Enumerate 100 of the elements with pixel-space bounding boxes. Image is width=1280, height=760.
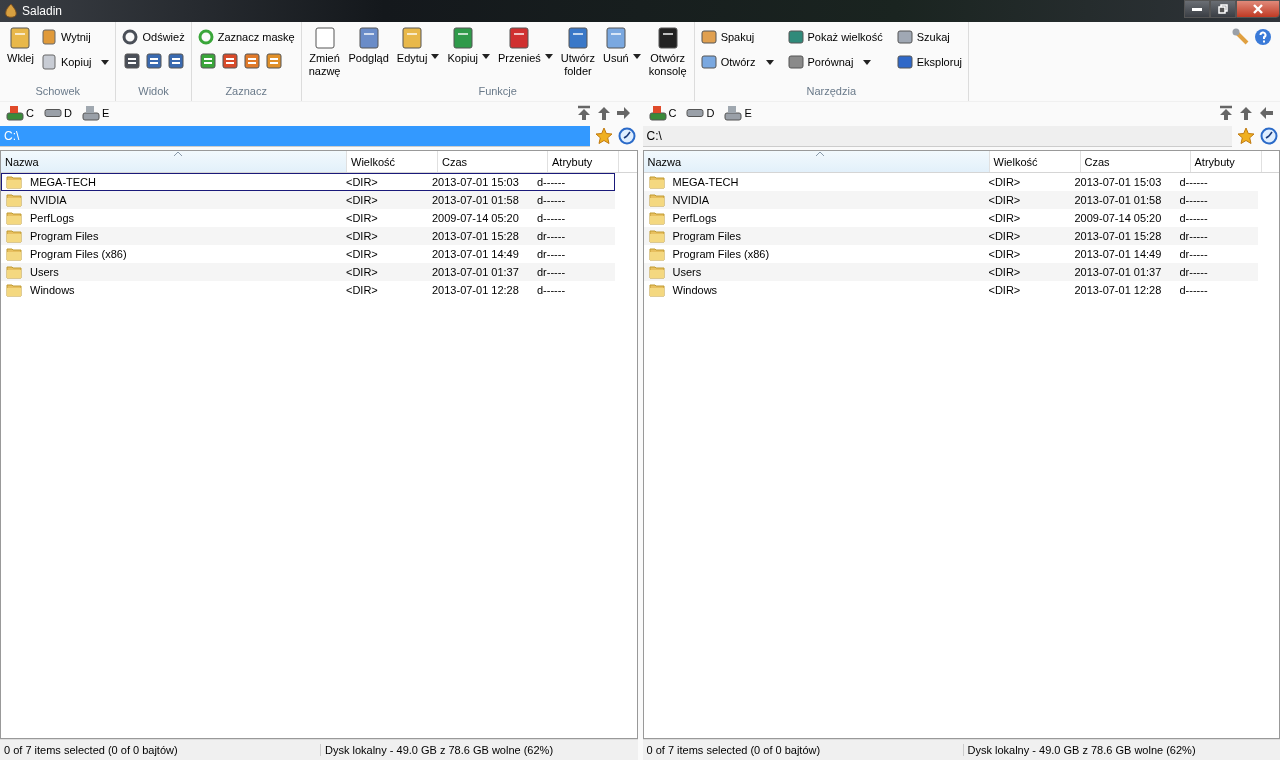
ribbon-button[interactable]: Odśwież (120, 28, 187, 46)
file-size: <DIR> (988, 248, 1021, 260)
star-icon[interactable] (594, 127, 613, 145)
ribbon-button[interactable]: Wytnij (38, 28, 93, 46)
ribbon-button[interactable]: Pokaż wielkość (785, 28, 885, 46)
file-name: Users (30, 266, 59, 278)
file-attributes: dr----- (537, 248, 566, 260)
column-header[interactable]: Nazwa (1, 151, 347, 172)
file-size: <DIR> (346, 212, 378, 224)
drive-button[interactable]: D (686, 107, 721, 119)
file-name: MEGA-TECH (672, 176, 739, 188)
minimize-button[interactable] (1184, 0, 1210, 18)
network-drive-icon (81, 105, 100, 121)
right-arrow-icon[interactable] (615, 105, 632, 121)
caret-icon (765, 59, 774, 65)
file-size: <DIR> (346, 176, 378, 188)
clock-icon[interactable] (617, 127, 636, 145)
caret-icon (482, 54, 490, 59)
ribbon-button[interactable]: Edytuj (393, 24, 443, 67)
drive-button[interactable]: E (724, 105, 758, 121)
file-row[interactable]: Users <DIR> 2013-07-01 01:37 dr----- (1, 263, 615, 281)
path-field[interactable]: C:\ (642, 125, 1232, 147)
file-row[interactable]: PerfLogs <DIR> 2009-07-14 05:20 d------ (1, 209, 615, 227)
file-name: Program Files (30, 230, 99, 242)
file-name: Users (672, 266, 702, 278)
file-size: <DIR> (346, 248, 378, 260)
drive-button[interactable]: C (648, 105, 683, 121)
ribbon-button[interactable]: Porównaj (785, 53, 874, 71)
restore-icon (1218, 4, 1228, 14)
details-view-icon[interactable] (146, 53, 163, 69)
file-size: <DIR> (346, 230, 378, 242)
file-row[interactable]: Windows <DIR> 2013-07-01 12:28 d------ (1, 281, 615, 299)
column-header[interactable]: Nazwa (643, 151, 990, 172)
close-icon (1253, 4, 1263, 14)
drive-button[interactable]: E (81, 105, 116, 121)
file-attributes: d------ (537, 212, 566, 224)
file-row[interactable]: Program Files (x86) <DIR> 2013-07-01 14:49 dr----- (1, 245, 615, 263)
file-row[interactable]: Program Files <DIR> 2013-07-01 15:28 dr----- (1, 227, 615, 245)
ribbon-button[interactable]: Kopiuj (444, 24, 493, 67)
drive-icon (43, 109, 62, 117)
file-row[interactable]: Users <DIR> 2013-07-01 01:37 dr----- (643, 263, 1258, 281)
file-date: 2013-07-01 01:58 (432, 194, 519, 206)
drive-icon (686, 109, 705, 117)
top-arrow-icon[interactable] (575, 105, 592, 121)
star-icon[interactable] (1237, 127, 1255, 145)
up-arrow-icon[interactable] (1238, 105, 1254, 121)
drive-button[interactable]: D (43, 107, 78, 119)
file-name: Program Files (x86) (30, 248, 127, 260)
ribbon-button[interactable]: Podgląd (345, 24, 392, 67)
clock-icon[interactable] (1260, 127, 1278, 145)
network-drive-icon (724, 105, 743, 121)
file-date: 2013-07-01 01:58 (1074, 194, 1162, 206)
file-date: 2013-07-01 14:49 (1074, 248, 1162, 260)
ribbon-button[interactable]: Spakuj (698, 28, 757, 46)
ribbon-button[interactable]: Otwórz konsolę (645, 24, 690, 80)
file-name: Program Files (x86) (672, 248, 770, 260)
file-attributes: d------ (537, 284, 566, 296)
ribbon-button[interactable]: Kopiuj (38, 53, 112, 71)
file-date: 2013-07-01 15:03 (432, 176, 519, 188)
file-date: 2009-07-14 05:20 (1074, 212, 1162, 224)
flame-icon (4, 3, 18, 19)
file-size: <DIR> (988, 176, 1021, 188)
ribbon-button[interactable]: Wklej (4, 24, 37, 67)
help-icon[interactable] (1254, 28, 1272, 46)
sort-caret-icon (173, 152, 182, 156)
caret-icon (544, 54, 553, 59)
top-arrow-icon[interactable] (1218, 105, 1234, 121)
ribbon-button[interactable]: Przenieś (495, 24, 556, 67)
list-view-icon[interactable] (124, 53, 141, 69)
ribbon-button[interactable]: Zmień nazwę (305, 24, 344, 80)
file-row[interactable]: NVIDIA <DIR> 2013-07-01 01:58 d------ (643, 191, 1258, 209)
file-row[interactable]: MEGA-TECH <DIR> 2013-07-01 15:03 d------ (1, 173, 615, 191)
file-name: Windows (30, 284, 75, 296)
group-label: Widok (137, 84, 170, 99)
file-row[interactable]: Program Files <DIR> 2013-07-01 15:28 dr----- (643, 227, 1258, 245)
file-row[interactable]: Windows <DIR> 2013-07-01 12:28 d------ (643, 281, 1258, 299)
ribbon-button[interactable]: Eksploruj (894, 53, 964, 71)
sort-caret-icon (816, 152, 824, 156)
ribbon-button[interactable]: Utwórz folder (557, 24, 599, 80)
ribbon-button[interactable]: Usuń (600, 24, 644, 67)
file-name: PerfLogs (30, 212, 75, 224)
file-attributes: d------ (537, 176, 566, 188)
maximize-button[interactable] (1210, 0, 1236, 18)
file-row[interactable]: PerfLogs <DIR> 2009-07-14 05:20 d------ (643, 209, 1258, 227)
file-date: 2013-07-01 01:37 (432, 266, 519, 278)
file-name: Windows (672, 284, 718, 296)
close-button[interactable] (1236, 0, 1280, 18)
file-row[interactable]: Program Files (x86) <DIR> 2013-07-01 14:49 dr----- (643, 245, 1258, 263)
ribbon-button[interactable]: Zaznacz maskę (195, 28, 297, 46)
ribbon-button[interactable]: Otwórz (698, 53, 776, 71)
file-date: 2013-07-01 12:28 (432, 284, 519, 296)
ribbon-button[interactable]: Szukaj (894, 28, 952, 46)
file-row[interactable]: MEGA-TECH <DIR> 2013-07-01 15:03 d------ (643, 173, 1258, 191)
file-size: <DIR> (988, 194, 1021, 206)
drive-button[interactable]: C (6, 105, 40, 121)
left-arrow-icon[interactable] (1258, 105, 1274, 121)
file-attributes: dr----- (537, 266, 566, 278)
caret-icon (863, 59, 872, 65)
file-row[interactable]: NVIDIA <DIR> 2013-07-01 01:58 d------ (1, 191, 615, 209)
file-size: <DIR> (988, 212, 1021, 224)
